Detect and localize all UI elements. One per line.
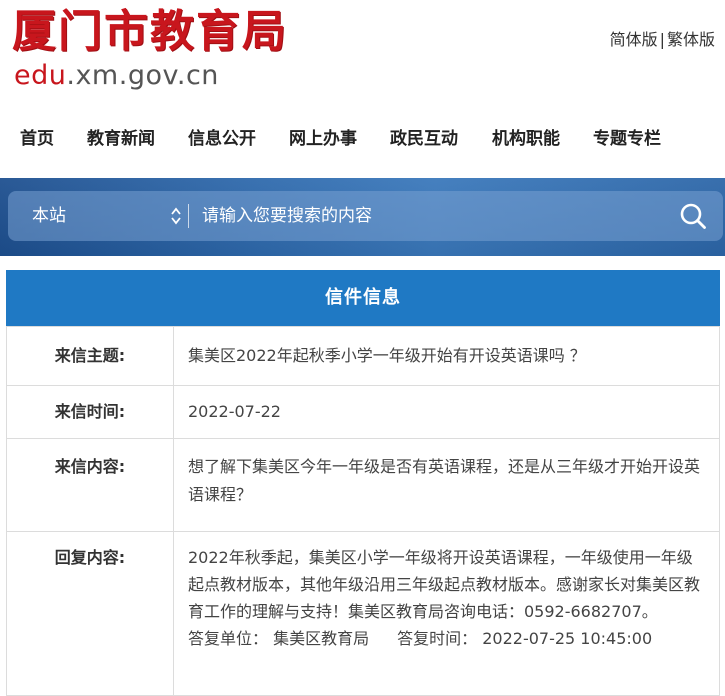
search-divider	[188, 204, 189, 228]
nav-item-disclosure[interactable]: 信息公开	[188, 122, 256, 156]
reply-value: 2022年秋季起，集美区小学一年级将开设英语课程，一年级使用一年级起点教材版本，…	[188, 548, 701, 621]
subject-label: 来信主题:	[6, 326, 174, 386]
reply-unit: 集美区教育局	[273, 629, 370, 648]
content-value: 想了解下集美区今年一年级是否有英语课程，还是从三年级才开始开设英语课程？	[173, 438, 720, 532]
nav-item-functions[interactable]: 机构职能	[492, 122, 560, 156]
search-scope-select[interactable]: 本站	[32, 191, 182, 241]
simplified-link[interactable]: 简体版	[610, 30, 658, 49]
domain-rest: .xm.gov.cn	[66, 60, 219, 91]
reply-cell: 2022年秋季起，集美区小学一年级将开设英语课程，一年级使用一年级起点教材版本，…	[173, 531, 720, 696]
nav-item-interaction[interactable]: 政民互动	[390, 122, 458, 156]
search-input[interactable]	[202, 201, 662, 231]
search-icon[interactable]	[679, 202, 707, 230]
site-logo-domain[interactable]: edu.xm.gov.cn	[14, 60, 219, 92]
search-bar: 本站	[8, 191, 723, 241]
table-row: 来信内容: 想了解下集美区今年一年级是否有英语课程，还是从三年级才开始开设英语课…	[6, 438, 720, 532]
nav-item-topics[interactable]: 专题专栏	[593, 122, 661, 156]
site-header: 厦门市教育局 edu.xm.gov.cn 简体版 | 繁体版	[0, 0, 725, 100]
language-switch: 简体版 | 繁体版	[610, 26, 715, 50]
letter-table: 来信主题: 集美区2022年起秋季小学一年级开始有开设英语课吗 ？ 来信时间: …	[6, 326, 720, 696]
panel-title: 信件信息	[6, 270, 720, 326]
nav-item-online-service[interactable]: 网上办事	[289, 122, 357, 156]
table-row: 回复内容: 2022年秋季起，集美区小学一年级将开设英语课程，一年级使用一年级起…	[6, 531, 720, 696]
letter-info-panel: 信件信息 来信主题: 集美区2022年起秋季小学一年级开始有开设英语课吗 ？ 来…	[6, 270, 720, 696]
table-row: 来信时间: 2022-07-22	[6, 385, 720, 439]
traditional-link[interactable]: 繁体版	[667, 30, 715, 49]
date-value: 2022-07-22	[173, 385, 720, 439]
nav-item-home[interactable]: 首页	[20, 122, 54, 156]
up-down-arrow-icon[interactable]	[170, 206, 182, 226]
subject-value: 集美区2022年起秋季小学一年级开始有开设英语课吗 ？	[173, 326, 720, 386]
reply-unit-label: 答复单位：	[188, 629, 269, 648]
content-label: 来信内容:	[6, 438, 174, 532]
domain-prefix: edu	[14, 60, 67, 91]
main-nav: 首页 教育新闻 信息公开 网上办事 政民互动 机构职能 专题专栏	[0, 122, 725, 156]
date-label: 来信时间:	[6, 385, 174, 439]
nav-item-news[interactable]: 教育新闻	[87, 122, 155, 156]
search-banner: 本站	[0, 178, 725, 256]
site-logo-chinese[interactable]: 厦门市教育局	[12, 4, 288, 60]
table-row: 来信主题: 集美区2022年起秋季小学一年级开始有开设英语课吗 ？	[6, 326, 720, 386]
reply-meta: 答复单位： 集美区教育局 答复时间： 2022-07-25 10:45:00	[188, 625, 703, 652]
lang-separator: |	[659, 30, 665, 49]
reply-time-label: 答复时间：	[397, 629, 478, 648]
reply-time: 2022-07-25 10:45:00	[482, 629, 653, 648]
reply-label: 回复内容:	[6, 531, 174, 696]
